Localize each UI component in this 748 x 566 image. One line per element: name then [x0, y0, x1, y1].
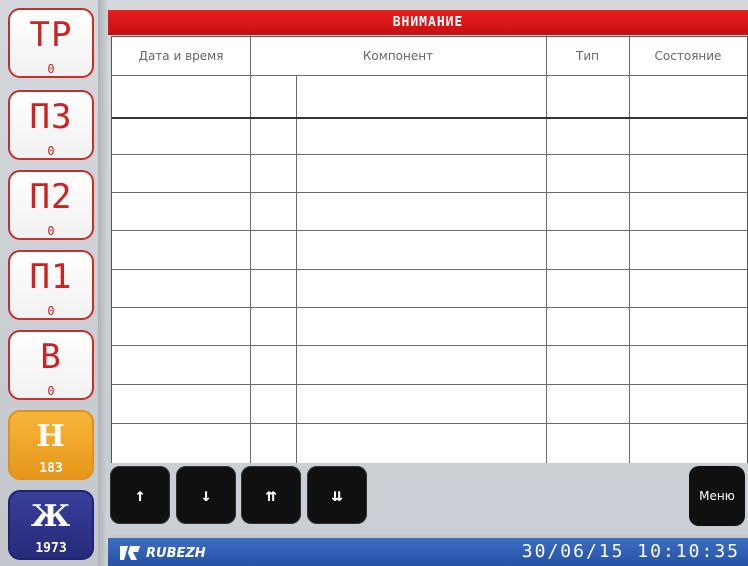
filter-button-label: П2 [29, 177, 73, 217]
filter-button-count: 0 [47, 224, 55, 238]
table-divider [112, 192, 747, 193]
column-header-type: Тип [576, 49, 599, 63]
column-header-datetime: Дата и время [138, 49, 224, 63]
column-header-state: Состояние [654, 49, 722, 63]
filter-button-zh[interactable]: Ж 1973 [8, 490, 94, 560]
filter-button-count: 183 [39, 461, 63, 476]
scroll-down-button[interactable]: ↓ [176, 466, 236, 524]
table-divider [112, 154, 747, 155]
table-divider [250, 37, 251, 463]
filter-button-label: Н [36, 419, 66, 454]
table-divider [629, 37, 630, 463]
filter-button-p2[interactable]: П2 0 [8, 170, 94, 240]
filter-button-label: П1 [29, 257, 73, 297]
filter-button-p1[interactable]: П1 0 [8, 250, 94, 320]
table-divider [112, 345, 747, 346]
table-divider [112, 269, 747, 270]
page-title: ВНИМАНИЕ [108, 10, 748, 35]
sidebar: ТР 0 П3 0 П2 0 П1 0 В 0 Н 183 Ж 1973 [4, 6, 96, 562]
rubezh-logo-icon [120, 546, 140, 560]
filter-button-tr[interactable]: ТР 0 [8, 8, 94, 78]
filter-button-count: 0 [47, 144, 55, 158]
filter-button-count: 0 [47, 384, 55, 398]
table-divider [546, 37, 547, 463]
filter-button-v[interactable]: В 0 [8, 330, 94, 400]
filter-button-count: 0 [47, 62, 55, 76]
filter-button-label: ТР [29, 15, 73, 55]
brand-logo: RUBEZH [118, 543, 206, 563]
filter-button-p3[interactable]: П3 0 [8, 90, 94, 160]
sidebar-divider [98, 0, 108, 566]
table-divider [112, 117, 747, 119]
filter-button-n[interactable]: Н 183 [8, 410, 94, 480]
table-divider [112, 230, 747, 231]
date-time: 30/06/15 10:10:35 [521, 541, 740, 562]
scroll-bottom-button[interactable]: ⇊ [307, 466, 367, 524]
table-divider [112, 307, 747, 308]
table-divider [112, 75, 747, 76]
filter-button-label: Ж [30, 499, 72, 534]
menu-button[interactable]: Меню [689, 466, 745, 526]
filter-button-label: П3 [29, 97, 73, 137]
status-bar: RUBEZH 30/06/15 10:10:35 [108, 538, 748, 566]
scroll-top-button[interactable]: ⇈ [241, 466, 301, 524]
events-table: Дата и время Компонент Тип Состояние [111, 36, 748, 464]
filter-button-label: В [40, 337, 62, 377]
scroll-up-button[interactable]: ↑ [110, 466, 170, 524]
table-divider [112, 423, 747, 424]
filter-button-count: 1973 [35, 541, 67, 556]
table-divider [112, 384, 747, 385]
brand-name: RUBEZH [146, 545, 206, 561]
column-header-component: Компонент [362, 49, 434, 63]
filter-button-count: 0 [47, 304, 55, 318]
